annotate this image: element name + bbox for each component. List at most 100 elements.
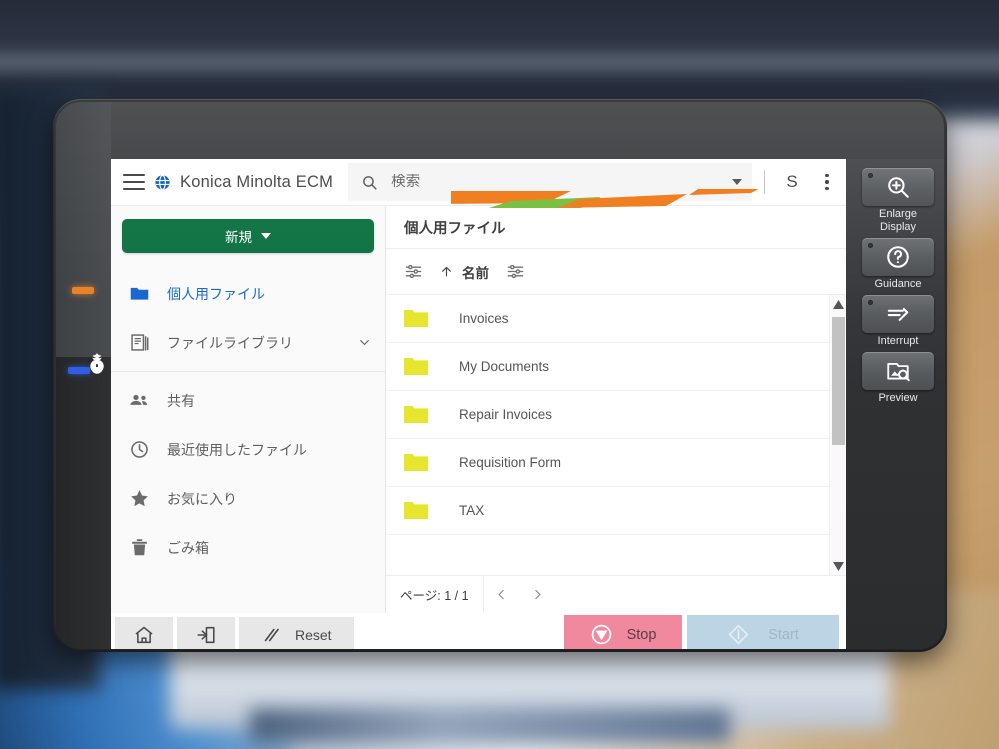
key-cap	[862, 295, 934, 333]
key-cap	[862, 168, 934, 206]
key-label: Guidance	[874, 278, 922, 290]
search-input[interactable]	[391, 174, 719, 190]
scrollbar-thumb[interactable]	[832, 317, 845, 445]
interrupt-key[interactable]: Interrupt	[862, 295, 934, 348]
key-led	[868, 173, 873, 178]
key-cap	[862, 238, 934, 276]
sidebar-item-label: ごみ箱	[167, 539, 209, 556]
chevron-down-icon	[261, 233, 271, 239]
status-led-orange	[72, 287, 94, 294]
table-row[interactable]: Repair Invoices	[386, 391, 829, 439]
stop-label: Stop	[626, 626, 657, 643]
sidebar-item-personal-files[interactable]: 個人用ファイル	[111, 269, 385, 318]
magnify-plus-icon	[888, 177, 909, 198]
file-list[interactable]: Invoices My Documents Repair Invoices Re…	[386, 295, 829, 575]
sidebar-item-favorites[interactable]: お気に入り	[111, 474, 385, 523]
operation-panel-face: Konica Minolta ECM S	[56, 102, 944, 649]
application-top-bar: Konica Minolta ECM S	[111, 159, 846, 206]
question-mark-icon	[887, 246, 909, 268]
file-name: Requisition Form	[459, 455, 562, 470]
file-name: Repair Invoices	[459, 407, 553, 422]
vertical-scrollbar[interactable]	[829, 295, 846, 575]
bottom-toolbar: Reset Stop Start	[111, 613, 846, 649]
interrupt-arrow-icon	[887, 307, 909, 321]
scroll-down-arrow-icon[interactable]	[832, 557, 844, 575]
folder-icon	[404, 357, 428, 376]
people-icon	[129, 390, 150, 411]
left-hardware-rail	[56, 102, 111, 649]
tune-filter-icon[interactable]	[506, 262, 525, 281]
lcd-screen: Konica Minolta ECM S	[111, 159, 846, 613]
rail-lower-section	[56, 357, 111, 649]
sort-and-filter-bar: 名前	[386, 249, 846, 295]
avatar[interactable]: S	[777, 167, 807, 197]
next-page-button[interactable]	[520, 576, 556, 613]
new-button-label: 新規	[225, 230, 252, 245]
key-label: Preview	[878, 392, 918, 404]
start-label: Start	[768, 626, 799, 643]
pagination-bar: ページ: 1 / 1	[386, 575, 846, 613]
reset-label: Reset	[295, 626, 332, 643]
tune-filter-icon[interactable]	[404, 262, 423, 281]
table-row[interactable]: Invoices	[386, 295, 829, 343]
scroll-up-arrow-icon[interactable]	[832, 295, 844, 313]
rail-upper-section	[56, 102, 111, 357]
operation-panel-device: Konica Minolta ECM S	[53, 99, 947, 652]
folder-icon	[404, 405, 428, 424]
sidebar-item-trash[interactable]: ごみ箱	[111, 523, 385, 572]
stop-button[interactable]: Stop	[564, 615, 682, 649]
chevron-down-icon[interactable]	[732, 179, 742, 185]
folder-icon	[129, 283, 150, 304]
toolbar-divider	[764, 170, 765, 194]
sidebar-item-label: ファイルライブラリ	[167, 334, 293, 351]
hardware-key-panel: Enlarge Display Guidance Interrupt Previ…	[846, 159, 944, 649]
preview-key[interactable]: Preview	[862, 352, 934, 405]
sort-label: 名前	[462, 265, 489, 281]
guidance-key[interactable]: Guidance	[862, 238, 934, 291]
search-icon	[361, 174, 378, 191]
sidebar-item-file-library[interactable]: ファイルライブラリ	[111, 318, 385, 367]
enlarge-display-key[interactable]: Enlarge Display	[862, 168, 934, 234]
sort-by-name-control[interactable]: 名前	[440, 262, 489, 282]
sidebar-group-other: 共有 最近使用したファイル お気に入り ごみ箱	[111, 371, 385, 576]
sidebar-item-shared[interactable]: 共有	[111, 376, 385, 425]
file-name: My Documents	[459, 359, 550, 374]
table-row[interactable]: TAX	[386, 487, 829, 535]
key-label: Interrupt	[877, 335, 919, 347]
search-field[interactable]	[348, 163, 752, 201]
hamburger-menu-icon[interactable]	[123, 174, 145, 190]
reset-button[interactable]: Reset	[239, 617, 354, 649]
kebab-menu-icon[interactable]	[816, 171, 838, 193]
sidebar-navigation: 新規 個人用ファイル ファイルライブラリ 共有 最近使用したファイル お気に入り…	[111, 206, 386, 613]
stop-circle-icon	[591, 624, 611, 645]
key-cap	[862, 352, 934, 390]
library-icon	[129, 332, 150, 353]
sidebar-item-recent-files[interactable]: 最近使用したファイル	[111, 425, 385, 474]
previous-page-button[interactable]	[484, 576, 520, 613]
arrow-up-icon	[440, 265, 453, 278]
key-led	[868, 300, 873, 305]
power-saver-eco-icon[interactable]	[84, 351, 110, 377]
photo-scene: Konica Minolta ECM S	[0, 0, 999, 749]
home-button[interactable]	[115, 617, 173, 649]
folder-icon	[404, 453, 428, 472]
key-led	[868, 243, 873, 248]
app-title: Konica Minolta ECM	[180, 172, 334, 191]
new-button[interactable]: 新規	[122, 219, 374, 253]
chevron-down-icon[interactable]	[358, 336, 371, 349]
file-name: Invoices	[459, 311, 509, 326]
trash-icon	[129, 537, 150, 558]
clock-icon	[129, 439, 150, 460]
sidebar-item-label: お気に入り	[167, 490, 237, 507]
reset-slash-icon	[264, 628, 279, 641]
access-button[interactable]	[177, 617, 235, 649]
table-row[interactable]: Requisition Form	[386, 439, 829, 487]
folder-icon	[404, 309, 428, 328]
sidebar-group-files: 個人用ファイル ファイルライブラリ	[111, 265, 385, 371]
sidebar-item-label: 最近使用したファイル	[167, 441, 307, 458]
scrollbar-track[interactable]	[830, 313, 846, 557]
table-row[interactable]: My Documents	[386, 343, 829, 391]
sidebar-item-label: 個人用ファイル	[167, 285, 265, 302]
start-button[interactable]: Start	[687, 615, 839, 649]
sidebar-item-label: 共有	[167, 392, 195, 409]
